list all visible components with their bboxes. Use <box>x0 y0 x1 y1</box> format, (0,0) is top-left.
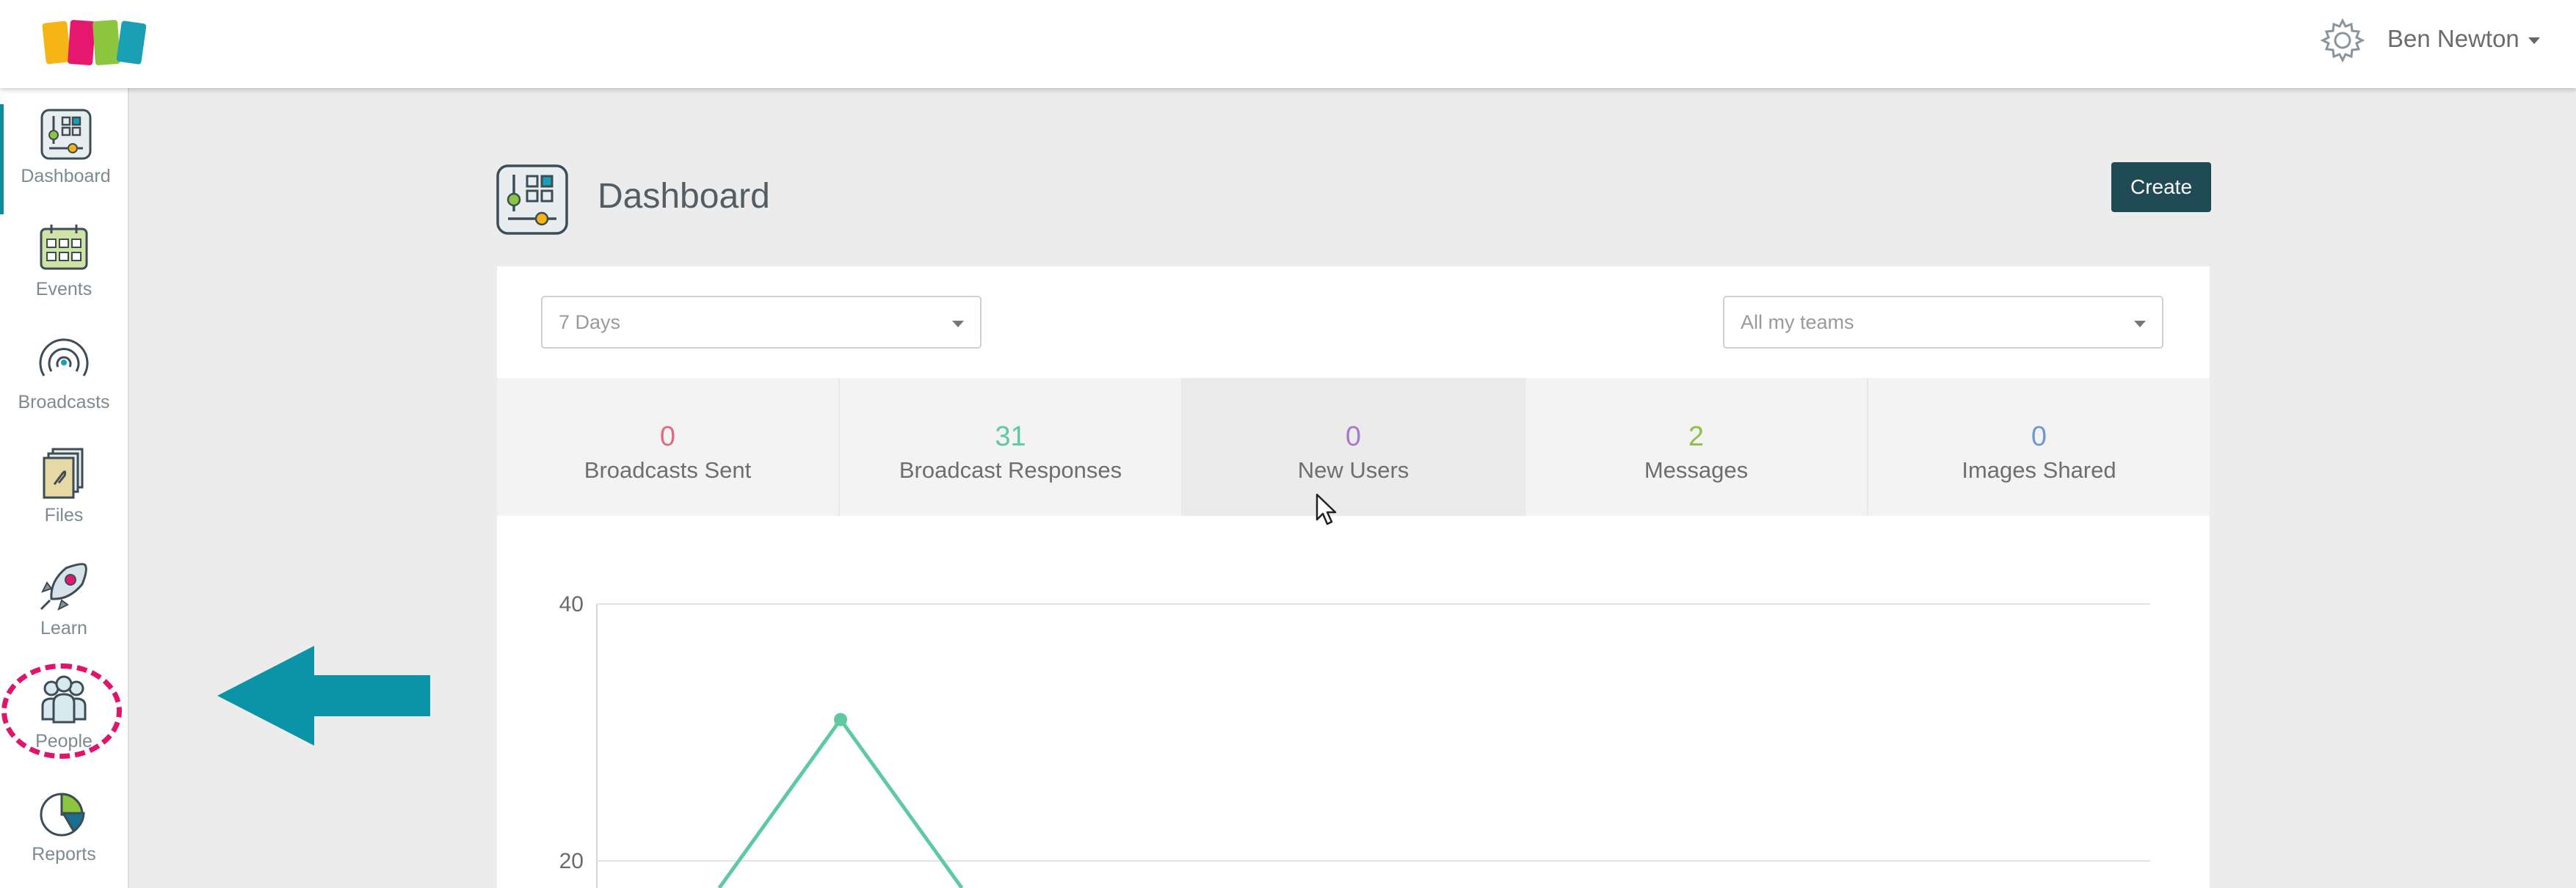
stat-label: Broadcast Responses <box>899 456 1122 483</box>
stat-new-users[interactable]: 0 New Users <box>1183 378 1525 516</box>
calendar-icon <box>40 225 88 270</box>
sidebar-item-broadcasts[interactable]: Broadcasts <box>0 330 128 440</box>
y-tick-label: 20 <box>559 849 584 873</box>
sidebar: Dashboard Events Broadcasts Files Learn … <box>0 88 129 888</box>
data-point <box>834 713 847 727</box>
stat-label: Messages <box>1644 456 1749 483</box>
files-icon <box>43 448 84 499</box>
stat-messages[interactable]: 2 Messages <box>1525 378 1868 516</box>
stats-row: 0 Broadcasts Sent 31 Broadcast Responses… <box>497 378 2210 516</box>
sidebar-item-reports[interactable]: Reports <box>0 782 128 888</box>
sidebar-item-events[interactable]: Events <box>0 217 128 327</box>
user-menu[interactable]: Ben Newton <box>2387 22 2540 56</box>
date-range-select[interactable]: 7 Days <box>541 296 982 349</box>
chevron-down-icon <box>2134 321 2146 327</box>
sidebar-item-dashboard[interactable]: Dashboard <box>0 104 128 214</box>
stat-broadcasts-sent[interactable]: 0 Broadcasts Sent <box>497 378 840 516</box>
page-title: Dashboard <box>598 177 770 216</box>
series-line <box>717 716 964 888</box>
sidebar-item-label: Learn <box>40 618 87 638</box>
people-highlight-circle <box>1 663 122 759</box>
sidebar-item-label: Broadcasts <box>18 392 110 412</box>
sidebar-item-label: Dashboard <box>21 166 111 186</box>
broadcast-icon <box>39 338 89 376</box>
pie-chart-icon <box>40 793 85 837</box>
logo[interactable] <box>41 16 148 69</box>
y-tick-label: 40 <box>559 592 584 616</box>
stat-images-shared[interactable]: 0 Images Shared <box>1868 378 2210 516</box>
stat-value: 0 <box>1345 421 1362 452</box>
stat-value: 0 <box>659 421 676 452</box>
chevron-down-icon <box>952 321 964 327</box>
arrow-left-icon <box>217 646 430 746</box>
gear-icon[interactable] <box>2318 16 2367 65</box>
stat-label: Images Shared <box>1962 456 2116 483</box>
sidebar-item-label: Events <box>35 279 92 299</box>
top-bar: Ben Newton <box>0 0 2576 88</box>
stat-value: 2 <box>1688 421 1705 452</box>
activity-line-chart: 40 20 <box>559 592 2150 888</box>
stat-label: Broadcasts Sent <box>584 456 752 483</box>
user-name: Ben Newton <box>2387 25 2519 52</box>
sidebar-item-label: Reports <box>32 844 96 865</box>
team-value: All my teams <box>1741 310 1854 333</box>
stat-label: New Users <box>1297 456 1409 483</box>
stat-broadcast-responses[interactable]: 31 Broadcast Responses <box>840 378 1183 516</box>
create-button[interactable]: Create <box>2111 162 2211 212</box>
team-select[interactable]: All my teams <box>1723 296 2163 349</box>
sidebar-item-files[interactable]: Files <box>0 443 128 553</box>
sidebar-item-label: Files <box>44 505 84 525</box>
mouse-cursor-icon <box>1316 493 1337 525</box>
dashboard-icon <box>496 164 568 235</box>
dashboard-panel: 7 Days All my teams 0 Broadcasts Sent 31… <box>497 266 2210 888</box>
dashboard-icon <box>40 109 91 160</box>
rocket-icon <box>40 563 87 611</box>
sidebar-item-learn[interactable]: Learn <box>0 556 128 666</box>
stat-value: 0 <box>2031 421 2047 452</box>
stat-value: 31 <box>995 421 1026 452</box>
date-range-value: 7 Days <box>559 310 621 333</box>
chevron-down-icon <box>2528 37 2540 44</box>
